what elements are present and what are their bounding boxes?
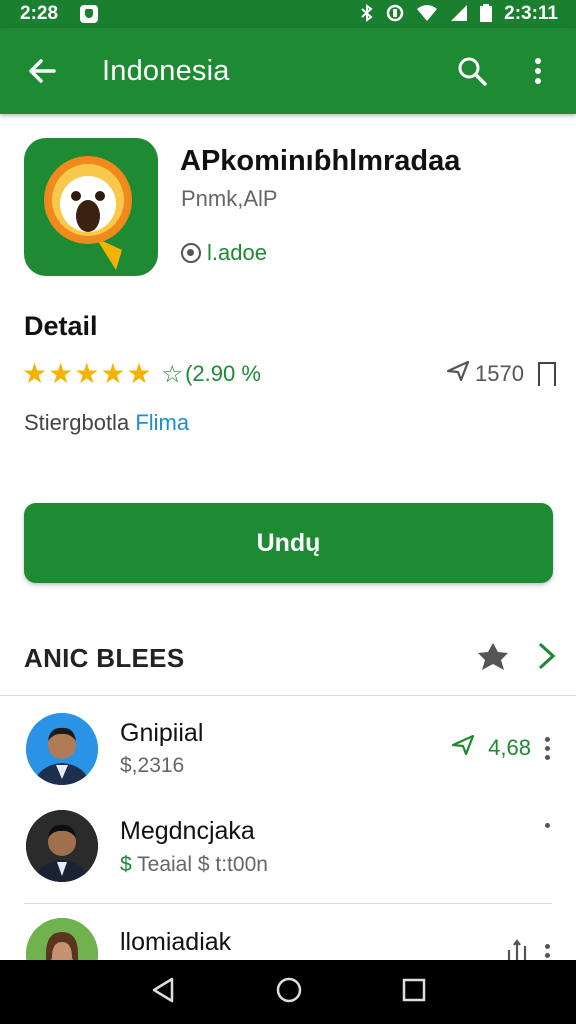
detail-title: Detail <box>24 311 98 341</box>
list-item-sub: $,2316 <box>120 754 185 777</box>
battery-icon <box>480 3 493 25</box>
signal-icon <box>450 4 468 25</box>
developer-name[interactable]: Pnmk,AlP <box>181 186 278 212</box>
avatar <box>26 810 98 882</box>
app-bar-title: Indonesia <box>102 54 230 87</box>
bookmark-icon[interactable] <box>538 362 556 390</box>
list-item-name: llomiadiak <box>120 928 232 956</box>
divider <box>0 695 576 696</box>
section-title: ANIC BLEES <box>24 642 185 673</box>
category-label: Stiergbotla <box>24 410 130 435</box>
avatar <box>26 918 98 960</box>
download-count: 1570 <box>475 361 524 386</box>
star-icon: ★ <box>100 358 126 389</box>
nav-back-icon[interactable] <box>150 976 176 1009</box>
send-icon <box>446 360 470 387</box>
category-link[interactable]: Flima <box>135 410 189 435</box>
star-icon: ★ <box>126 358 152 389</box>
badge-label: l.adoe <box>207 240 267 265</box>
search-icon[interactable] <box>452 51 492 91</box>
star-icon: ★ <box>74 358 100 389</box>
bluetooth-icon <box>360 3 374 25</box>
status-bar: 2:28 2:3:11 <box>0 0 576 28</box>
more-vert-icon[interactable] <box>545 823 550 828</box>
list-item-value: 4,68 <box>488 735 531 760</box>
star-rating: ★ ★ ★ ★ ★ <box>22 360 152 388</box>
section-header: ANIC BLEES <box>24 638 556 678</box>
app-badge: l.adoe <box>181 240 267 266</box>
status-time-left: 2:28 <box>20 3 59 24</box>
chevron-right-icon[interactable] <box>538 642 556 675</box>
list-item-sub-b: $ t:t00n <box>197 853 268 876</box>
star-icon: ★ <box>22 358 48 389</box>
notification-app-icon <box>80 5 99 23</box>
wifi-icon <box>416 4 438 25</box>
divider <box>24 903 552 904</box>
share-icon <box>505 936 531 960</box>
app-name: APkominıɓhlmradaa <box>180 145 461 177</box>
navigation-bar <box>0 960 576 1024</box>
badge-icon <box>181 243 201 263</box>
star-icon: ★ <box>48 358 74 389</box>
list-item-name: Gnipiial <box>120 719 204 747</box>
nav-recents-icon[interactable] <box>402 978 426 1007</box>
status-time-right: 2:3:11 <box>504 3 558 24</box>
list-item[interactable]: Megdncjaka $ Teaial $ t:t00n <box>0 805 576 901</box>
more-vert-icon[interactable] <box>518 51 558 91</box>
list-item[interactable]: Gnipiial $,2316 4,68 <box>0 705 576 801</box>
back-arrow-icon[interactable] <box>22 51 62 91</box>
app-icon <box>24 138 158 276</box>
avatar <box>26 713 98 785</box>
send-icon <box>452 734 475 761</box>
more-vert-icon[interactable] <box>545 736 550 760</box>
list-item-sub-a: Teaial <box>137 853 193 876</box>
app-bar: Indonesia <box>0 28 576 114</box>
currency-icon: $ <box>120 853 132 876</box>
vibrate-icon <box>386 4 404 25</box>
pin-icon[interactable] <box>476 641 510 676</box>
list-item-sub: $ Teaial $ t:t00n <box>120 853 268 877</box>
category-row: Stiergbotla Flima <box>24 410 189 436</box>
list-item-name: Megdncjaka <box>120 817 255 845</box>
install-button[interactable]: Undų <box>24 503 553 583</box>
star-outline-icon[interactable]: ☆ <box>162 360 184 389</box>
rating-count: (2.90 % <box>185 361 261 386</box>
rating-row: ★ ★ ★ ★ ★ ☆ (2.90 % 1570 <box>22 358 556 390</box>
list-item[interactable]: llomiadiak <box>0 912 576 960</box>
more-vert-icon[interactable] <box>545 944 550 958</box>
nav-home-icon[interactable] <box>275 976 303 1009</box>
